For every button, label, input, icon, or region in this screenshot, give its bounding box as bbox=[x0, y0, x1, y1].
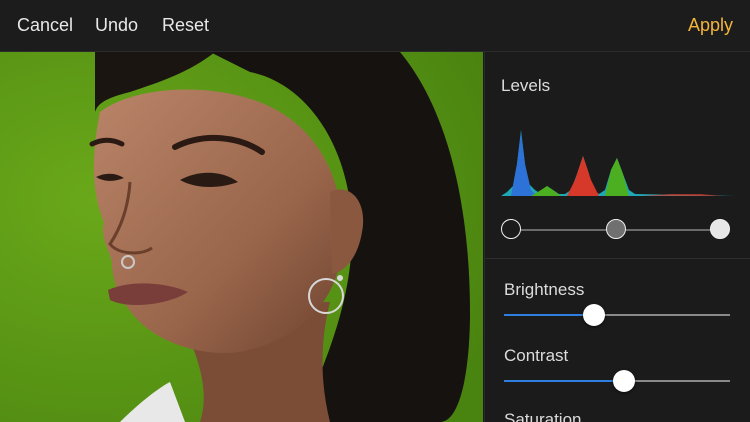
contrast-slider-knob[interactable] bbox=[612, 370, 635, 392]
levels-black-point-handle[interactable] bbox=[501, 219, 521, 239]
levels-midtone-handle[interactable] bbox=[606, 219, 626, 239]
photo-canvas[interactable] bbox=[0, 52, 483, 422]
reset-button[interactable]: Reset bbox=[162, 15, 209, 36]
contrast-label: Contrast bbox=[504, 346, 569, 365]
levels-white-point-handle[interactable] bbox=[710, 219, 730, 239]
brightness-slider-knob[interactable] bbox=[583, 304, 606, 326]
brightness-fill bbox=[504, 314, 595, 316]
undo-button[interactable]: Undo bbox=[95, 15, 138, 36]
apply-button[interactable]: Apply bbox=[688, 15, 733, 36]
section-divider bbox=[485, 258, 750, 259]
adjustments-panel: Levels Brightness Contrast Saturation bbox=[484, 52, 750, 422]
levels-title: Levels bbox=[501, 76, 551, 95]
top-toolbar: Cancel Undo Reset Apply bbox=[0, 0, 750, 52]
cancel-button[interactable]: Cancel bbox=[17, 15, 73, 36]
portrait-photo bbox=[0, 52, 483, 422]
contrast-fill bbox=[504, 380, 624, 382]
levels-histogram bbox=[501, 130, 735, 196]
brightness-label: Brightness bbox=[504, 280, 585, 299]
saturation-label: Saturation bbox=[504, 410, 582, 422]
